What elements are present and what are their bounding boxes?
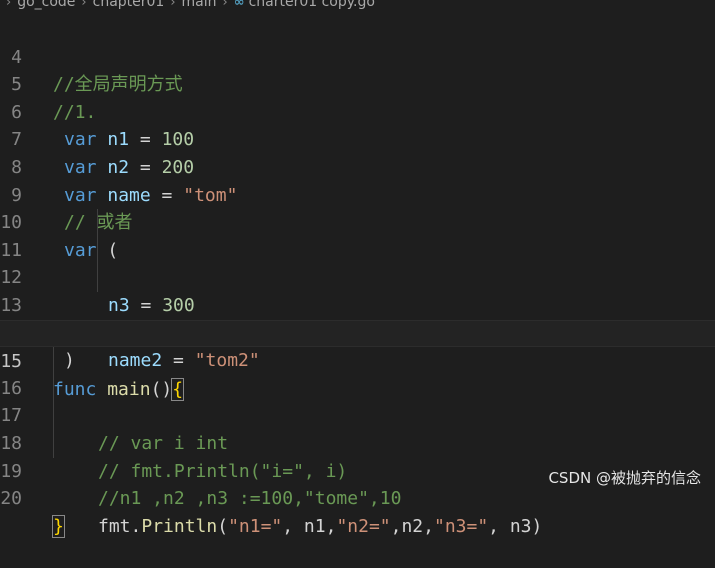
breadcrumb-chevron-icon: › <box>6 0 12 10</box>
indent-guide <box>53 374 54 403</box>
code-line[interactable]: 19 fmt.Println("n1=", n1,"n2=",n2,"n3=",… <box>0 429 715 537</box>
code-line[interactable]: 14 ) <box>0 292 715 372</box>
code-line[interactable]: 16 // var i int <box>0 347 715 454</box>
line-number: 20 <box>0 488 22 510</box>
indent-guide <box>97 264 98 292</box>
code-line[interactable]: 11 n3 = 300 <box>0 209 715 316</box>
code-line[interactable]: 6 var n1 = 100 <box>0 71 715 151</box>
function-name: Println <box>141 515 218 537</box>
go-file-icon: ∞ <box>233 0 245 10</box>
code-line[interactable]: 13 name2 = "tom2" <box>0 264 715 371</box>
code-line-current[interactable]: 15 func main(){ <box>0 319 715 401</box>
code-line[interactable]: 18 //n1 ,n2 ,n3 :=100,"tome",10 <box>0 402 715 509</box>
code-line[interactable]: 12 n4 = 400 <box>0 236 715 344</box>
brace-close: } <box>52 514 65 538</box>
paren-open: ( <box>217 515 229 537</box>
breadcrumb-item-main[interactable]: main <box>182 0 217 10</box>
comment: //n1 ,n2 ,n3 :=100,"tome",10 <box>98 488 402 510</box>
argument: ,n2, <box>390 515 434 537</box>
code-line[interactable]: 5 //1. <box>0 44 715 123</box>
code-line[interactable]: 9 // 或者 <box>0 154 715 234</box>
string-literal: "n3=" <box>433 515 489 537</box>
code-line[interactable]: 8 var name = "tom" <box>0 126 715 206</box>
code-line[interactable]: 4 //全局声明方式 <box>0 16 715 96</box>
breadcrumb: › go_code › chapter01 › main › ∞ charter… <box>0 0 375 12</box>
string-literal: "n1=" <box>228 515 283 537</box>
string-literal: "n2=" <box>336 515 391 537</box>
breadcrumb-item-go-code[interactable]: go_code <box>17 0 75 10</box>
breadcrumb-chevron-icon: › <box>170 0 176 10</box>
breadcrumb-file[interactable]: charter01 copy.go <box>249 0 375 10</box>
indent-guide <box>97 236 98 265</box>
breadcrumb-chevron-icon: › <box>222 0 228 10</box>
breadcrumb-chevron-icon: › <box>81 0 87 10</box>
indent-guide <box>97 209 98 237</box>
code-line[interactable]: 17 // fmt.Println("i=", i) <box>0 374 715 482</box>
code-line[interactable]: 7 var n2 = 200 <box>0 99 715 178</box>
argument: , n1, <box>282 515 337 537</box>
indent-guide <box>53 402 54 430</box>
code-line[interactable]: 10 var ( <box>0 182 715 261</box>
indent-guide <box>53 347 54 375</box>
indent-guide <box>53 429 54 458</box>
code-editor[interactable]: 4 //全局声明方式 5 //1. 6 var n1 = 100 7 var n… <box>0 16 715 538</box>
argument: , n3) <box>488 515 543 537</box>
package-name: fmt. <box>98 515 142 537</box>
breadcrumb-item-chapter01[interactable]: chapter01 <box>93 0 165 10</box>
csdn-watermark: CSDN @被抛弃的信念 <box>548 469 701 487</box>
